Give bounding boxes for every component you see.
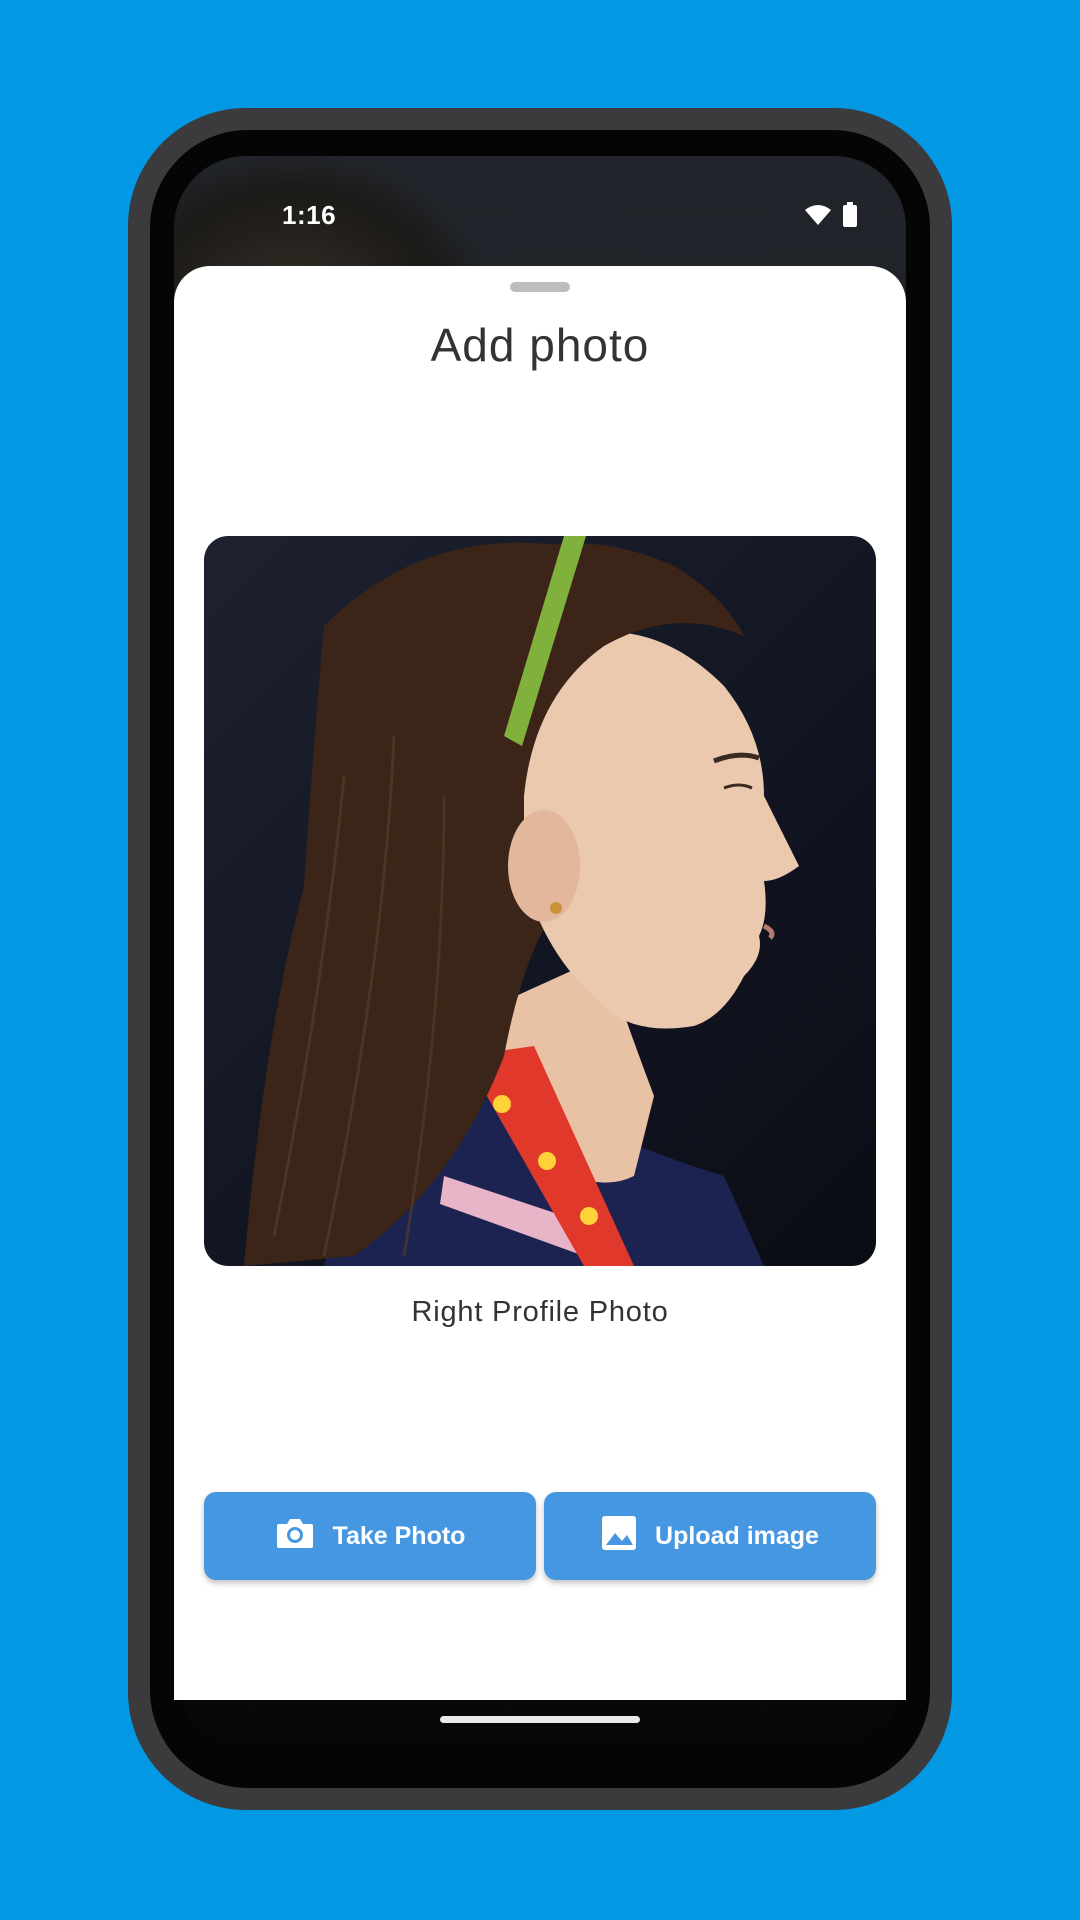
take-photo-button[interactable]: Take Photo [204,1492,536,1580]
status-bar: 1:16 [174,190,906,240]
upload-image-button[interactable]: Upload image [544,1492,876,1580]
image-icon [601,1515,637,1558]
photo-actions: Take Photo Upload image [204,1492,876,1580]
camera-icon [275,1516,315,1557]
wifi-icon [804,204,832,231]
profile-photo [204,536,876,1266]
photo-caption: Right Profile Photo [411,1296,669,1328]
add-photo-sheet: Add photo Right Profile Photo Take Photo… [174,266,906,1700]
upload-image-label: Upload image [655,1521,819,1550]
battery-icon [842,202,858,233]
sheet-title: Add photo [430,319,650,371]
gesture-bar[interactable] [440,1716,640,1723]
drag-handle[interactable] [510,282,570,292]
take-photo-label: Take Photo [332,1521,466,1550]
navigation-area [174,1700,906,1744]
status-icons [804,202,858,233]
profile-photo-illustration [244,536,799,1266]
status-time: 1:16 [282,200,337,230]
